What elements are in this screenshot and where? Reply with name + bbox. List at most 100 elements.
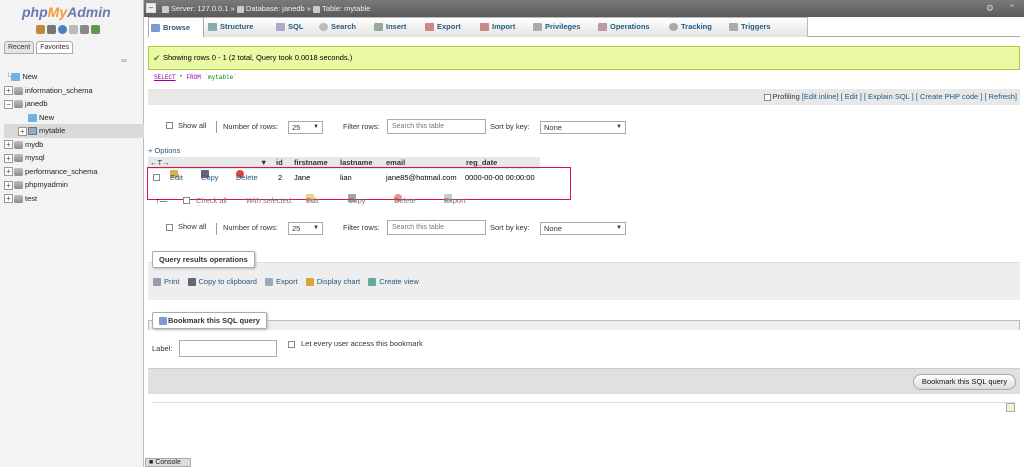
- bookmark-label-input[interactable]: [179, 340, 277, 357]
- tab-favorites[interactable]: Favorites: [36, 41, 73, 54]
- tree-item-new[interactable]: └ New: [4, 70, 144, 84]
- tab-sql[interactable]: SQL: [274, 17, 314, 37]
- tab-label: Structure: [220, 22, 254, 31]
- create-php-code-link[interactable]: [ Create PHP code ]: [916, 92, 983, 101]
- phpmyadmin-logo[interactable]: phpMyAdmin: [22, 4, 111, 20]
- expand-icon[interactable]: +: [4, 140, 13, 150]
- tree-item-test[interactable]: + test: [4, 192, 144, 206]
- bookmark-submit-button[interactable]: Bookmark this SQL query: [913, 374, 1016, 390]
- minimize-icon[interactable]: ⌃: [1008, 3, 1016, 13]
- breadcrumb-database[interactable]: Database: janedb: [246, 4, 305, 13]
- expand-icon[interactable]: +: [4, 153, 13, 163]
- expand-icon[interactable]: +: [4, 194, 13, 204]
- explain-sql-link[interactable]: [ Explain SQL ]: [864, 92, 914, 101]
- tab-import[interactable]: Import: [478, 17, 528, 37]
- console-toggle[interactable]: ■ Console: [145, 458, 191, 467]
- input-placeholder: Search this table: [392, 224, 445, 231]
- export-icon: [425, 23, 434, 31]
- tab-tracking[interactable]: Tracking: [667, 17, 725, 37]
- tab-privileges[interactable]: Privileges: [531, 17, 595, 37]
- input-placeholder: Search this table: [392, 123, 445, 130]
- database-icon: [14, 194, 23, 203]
- expand-icon[interactable]: +: [4, 167, 13, 177]
- sort-by-key-select[interactable]: None ▼: [540, 121, 626, 134]
- settings-icon[interactable]: [80, 25, 89, 34]
- with-selected-label: With selected:: [246, 196, 294, 205]
- database-icon: [14, 86, 23, 95]
- check-all-checkbox[interactable]: [183, 197, 190, 204]
- logout-icon[interactable]: [47, 25, 56, 34]
- sort-by-key-label: Sort by key:: [490, 122, 530, 131]
- edit-link[interactable]: [ Edit ]: [841, 92, 862, 101]
- logo-icon-bar: [36, 25, 100, 34]
- tree-item-information-schema[interactable]: + information_schema: [4, 84, 144, 98]
- collapse-panel-icon[interactable]: –: [146, 3, 156, 13]
- page-corner-icon[interactable]: [1006, 403, 1015, 412]
- action-label: Export: [444, 196, 466, 205]
- tree-item-mytable[interactable]: + mytable: [4, 124, 144, 138]
- tab-structure[interactable]: Structure: [206, 17, 270, 37]
- public-bookmark-label: Let every user access this bookmark: [301, 339, 423, 348]
- help-icon[interactable]: [58, 25, 67, 34]
- number-of-rows-select[interactable]: 25 ▼: [288, 222, 323, 235]
- reload-icon[interactable]: [91, 25, 100, 34]
- show-all-checkbox[interactable]: [166, 224, 173, 231]
- filter-rows-input[interactable]: Search this table: [387, 220, 486, 235]
- show-all-checkbox[interactable]: [166, 122, 173, 129]
- top-right-controls: ⚙ ⌃: [986, 0, 1016, 17]
- profiling-checkbox[interactable]: [763, 93, 771, 101]
- home-icon[interactable]: [36, 25, 45, 34]
- expand-icon[interactable]: +: [18, 126, 27, 136]
- select-value: 25: [292, 224, 301, 233]
- tab-operations[interactable]: Operations: [596, 17, 666, 37]
- check-all-label[interactable]: Check all: [196, 194, 227, 208]
- print-icon: [153, 278, 161, 287]
- export-link[interactable]: Export: [264, 277, 301, 287]
- tree-label: mytable: [39, 126, 66, 135]
- print-link[interactable]: Print: [153, 277, 182, 287]
- tab-export[interactable]: Export: [423, 17, 475, 37]
- tab-recent[interactable]: Recent: [4, 41, 35, 54]
- tree-item-phpmyadmin[interactable]: + phpmyadmin: [4, 178, 144, 192]
- sql-star: *: [179, 74, 183, 81]
- bookmark-actions: Bookmark this SQL query: [148, 368, 1020, 394]
- tree-item-mydb[interactable]: + mydb: [4, 138, 144, 152]
- docs-icon[interactable]: [69, 25, 78, 34]
- expand-icon[interactable]: +: [4, 86, 13, 96]
- tree-item-performance-schema[interactable]: + performance_schema: [4, 165, 144, 179]
- sort-by-key-select[interactable]: None ▼: [540, 222, 626, 235]
- tree-item-janedb-new[interactable]: New: [4, 111, 144, 125]
- tab-browse[interactable]: Browse: [148, 17, 204, 38]
- tab-label: Export: [437, 22, 461, 31]
- gear-icon[interactable]: ⚙: [986, 3, 994, 13]
- collapse-icon[interactable]: −: [4, 99, 13, 109]
- tab-triggers[interactable]: Triggers: [727, 17, 787, 37]
- tree-label: phpmyadmin: [25, 180, 68, 189]
- sql-keyword: FROM: [186, 74, 201, 81]
- tree-item-janedb[interactable]: − janedb: [4, 97, 144, 111]
- tab-label: Triggers: [741, 22, 771, 31]
- breadcrumb-table[interactable]: Table: mytable: [322, 4, 370, 13]
- tab-insert[interactable]: Insert: [372, 17, 420, 37]
- display-chart-link[interactable]: Display chart: [305, 277, 363, 287]
- tree-item-mysql[interactable]: + mysql: [4, 151, 144, 165]
- number-of-rows-select[interactable]: 25 ▼: [288, 121, 323, 134]
- sort-by-key-label: Sort by key:: [490, 223, 530, 232]
- refresh-link[interactable]: [ Refresh]: [984, 92, 1017, 101]
- public-bookmark-checkbox[interactable]: [288, 341, 295, 348]
- expand-icon[interactable]: +: [4, 180, 13, 190]
- edit-inline-link[interactable]: [Edit inline]: [802, 92, 839, 101]
- tab-search[interactable]: Search: [317, 17, 369, 37]
- filter-rows-input[interactable]: Search this table: [387, 119, 486, 134]
- structure-icon: [208, 23, 217, 31]
- link-with-main-panel-icon[interactable]: ∞: [121, 56, 127, 65]
- breadcrumb-server[interactable]: Server: 127.0.0.1: [171, 4, 229, 13]
- copy-to-clipboard-link[interactable]: Copy to clipboard: [187, 277, 260, 287]
- create-view-link[interactable]: Create view: [368, 277, 422, 287]
- link-label: Print: [164, 277, 180, 286]
- options-toggle[interactable]: + Options: [148, 146, 180, 155]
- logo-my: My: [47, 4, 68, 20]
- link-label: Copy to clipboard: [198, 277, 257, 286]
- copy-icon: [187, 278, 196, 287]
- sql-keyword[interactable]: SELECT: [154, 74, 176, 81]
